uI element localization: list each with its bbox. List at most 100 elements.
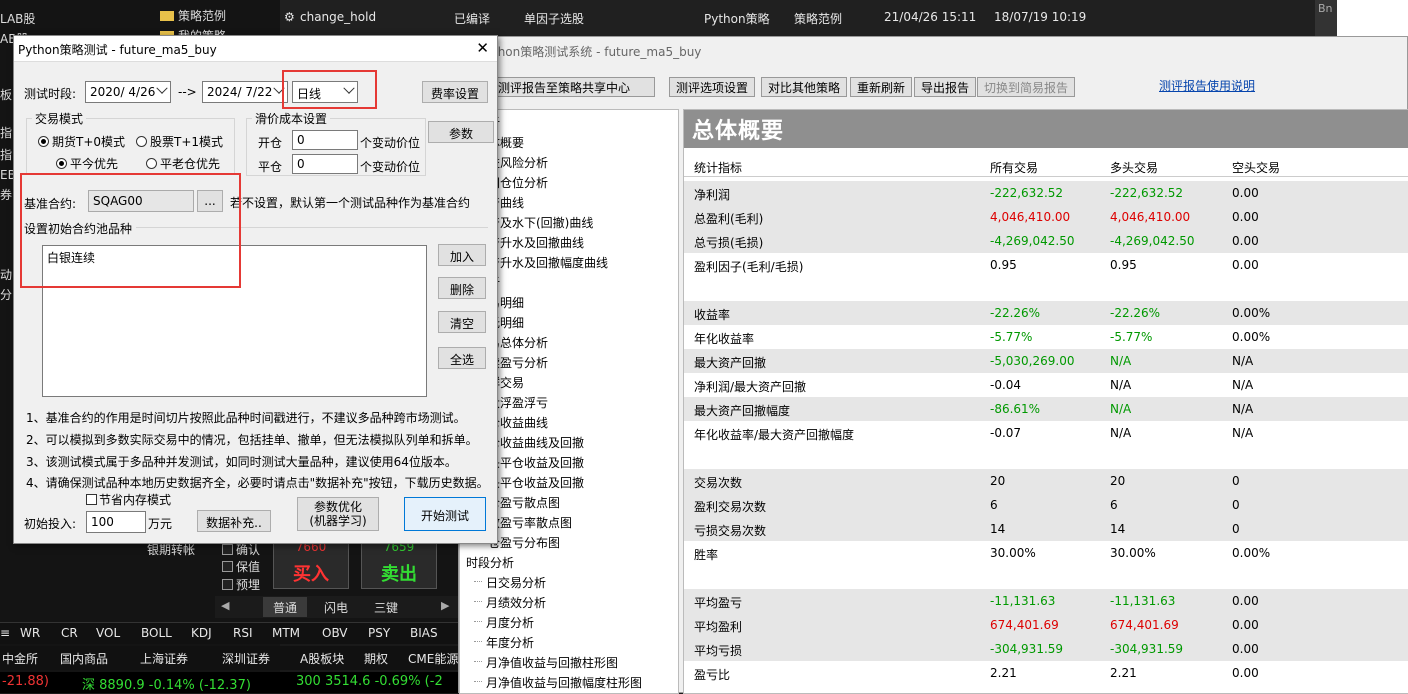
- indicator-item[interactable]: PSY: [368, 626, 390, 640]
- report-tree-item[interactable]: 仓盈亏散点图: [488, 494, 560, 511]
- close-slippage-input[interactable]: 0: [292, 154, 358, 174]
- left-nav-fragment[interactable]: 板: [0, 86, 12, 103]
- report-options-button[interactable]: 测评选项设置: [669, 77, 756, 97]
- left-nav-fragment[interactable]: 指: [0, 146, 12, 163]
- market-tab[interactable]: CME能源: [408, 650, 458, 667]
- column-header: 统计指标: [694, 161, 743, 175]
- table-row: 年化收益率/最大资产回撤幅度 -0.07 N/A N/A: [684, 421, 1408, 445]
- left-nav-fragment[interactable]: 券: [0, 186, 12, 203]
- left-nav-fragment[interactable]: LAB股: [0, 10, 35, 27]
- start-date-picker[interactable]: 2020/ 4/26: [85, 81, 171, 103]
- sell-button[interactable]: 7659 卖出: [361, 537, 437, 589]
- report-tree-item[interactable]: 仓盈亏分布图: [488, 534, 560, 551]
- metric-value: -11,131.63: [990, 594, 1056, 608]
- tree-connector-icon: [474, 661, 482, 662]
- metric-value: -22.26%: [990, 306, 1041, 320]
- report-tree-item[interactable]: 日交易分析: [474, 574, 546, 591]
- tree-item-strategy-examples[interactable]: 策略范例: [160, 7, 226, 24]
- metric-value: 0: [1232, 474, 1240, 488]
- mode-stock-radio[interactable]: 股票T+1模式: [136, 133, 223, 150]
- report-help-link[interactable]: 测评报告使用说明: [1159, 77, 1255, 94]
- buy-button[interactable]: 7660 买入: [273, 537, 349, 589]
- report-tree-item[interactable]: 时段分析: [466, 554, 514, 571]
- clear-button[interactable]: 清空: [438, 311, 486, 333]
- report-tree-item[interactable]: 月净值收益与回撤柱形图: [474, 654, 618, 671]
- metric-value: 30.00%: [990, 546, 1036, 560]
- export-report-button[interactable]: 导出报告: [914, 77, 977, 97]
- indicator-item[interactable]: KDJ: [191, 626, 212, 640]
- report-tree-item[interactable]: 月绩效分析: [474, 594, 546, 611]
- market-tab[interactable]: 期权: [364, 650, 388, 667]
- scroll-left-icon[interactable]: ◀: [221, 599, 229, 612]
- metric-value: N/A: [1110, 426, 1132, 440]
- tab-flash[interactable]: 闪电: [314, 597, 358, 617]
- note-1: 1、基准合约的作用是时间切片按照此品种时间戳进行，不建议多品种跨市场测试。: [26, 411, 466, 425]
- note-4: 4、请确保测试品种本地历史数据齐全，必要时请点击"数据补充"按钮，下载历史数据。: [26, 476, 489, 490]
- indicator-item[interactable]: BIAS: [410, 626, 438, 640]
- tab-normal[interactable]: 普通: [263, 597, 307, 617]
- data-supply-button[interactable]: 数据补充..: [197, 510, 271, 532]
- indicator-arrow[interactable]: ≡: [0, 626, 10, 640]
- strategy-list-row[interactable]: ⚙ change_hold 已编译 单因子选股 Python策略 策略范例 21…: [280, 0, 1315, 36]
- report-tree-item[interactable]: 月净值收益与回撤幅度柱形图: [474, 674, 642, 691]
- market-tab[interactable]: A股板块: [300, 650, 344, 667]
- left-nav-fragment[interactable]: 动: [0, 266, 12, 283]
- save-memory-checkbox[interactable]: 节省内存模式: [86, 491, 171, 508]
- mode-futures-radio[interactable]: 期货T+0模式: [38, 133, 125, 150]
- delete-button[interactable]: 删除: [438, 277, 486, 299]
- param-button[interactable]: 参数: [428, 121, 494, 143]
- indicator-item[interactable]: BOLL: [141, 626, 172, 640]
- report-tree-item[interactable]: 仓收益曲线及回撤: [488, 434, 584, 451]
- quote-hs300: 300 3514.6 -0.69% (-2: [296, 674, 443, 689]
- report-tree-item[interactable]: 效盈亏率散点图: [488, 514, 572, 531]
- tab-three-key[interactable]: 三键: [364, 597, 408, 617]
- market-tab[interactable]: 中金所: [2, 650, 38, 667]
- left-nav-fragment[interactable]: 指: [0, 124, 12, 141]
- highlight-frequency: [282, 70, 377, 109]
- start-test-button[interactable]: 开始测试: [404, 497, 486, 531]
- report-tree-item[interactable]: 年度分析: [474, 634, 534, 651]
- preorder-checkbox[interactable]: 预埋: [222, 576, 260, 593]
- radio-on-icon: [56, 158, 67, 169]
- metric-value: 0.00: [1232, 594, 1259, 608]
- market-tab[interactable]: 国内商品: [60, 650, 108, 667]
- radio-off-icon: [146, 158, 157, 169]
- close-old-radio[interactable]: 平老仓优先: [146, 155, 220, 172]
- end-date-picker[interactable]: 2024/ 7/22: [202, 81, 288, 103]
- indicator-item[interactable]: OBV: [322, 626, 348, 640]
- indicator-item[interactable]: VOL: [96, 626, 120, 640]
- optimize-button[interactable]: 参数优化 (机器学习): [297, 497, 379, 531]
- open-slippage-unit: 个变动价位: [360, 136, 421, 150]
- close-icon[interactable]: ✕: [476, 39, 489, 57]
- column-header: 多头交易: [1110, 161, 1159, 175]
- report-tree-item[interactable]: 头平仓收益及回撤: [488, 474, 584, 491]
- market-tab[interactable]: 深圳证券: [222, 650, 270, 667]
- scroll-right-icon[interactable]: ▶: [441, 599, 449, 612]
- select-all-button[interactable]: 全选: [438, 347, 486, 369]
- add-button[interactable]: 加入: [438, 244, 486, 266]
- report-tree-item[interactable]: 产升水及回撤曲线: [488, 234, 584, 251]
- close-today-radio[interactable]: 平今优先: [56, 155, 118, 172]
- indicator-item[interactable]: WR: [20, 626, 40, 640]
- indicator-item[interactable]: MTM: [272, 626, 300, 640]
- period-label: 测试时段:: [24, 87, 77, 101]
- left-nav-fragment[interactable]: 分: [0, 286, 12, 303]
- open-slippage-input[interactable]: 0: [292, 130, 358, 150]
- report-title: thon策略测试系统 - future_ma5_buy: [493, 45, 702, 59]
- fee-settings-button[interactable]: 费率设置: [422, 81, 488, 103]
- simple-report-button[interactable]: 切换到简易报告: [977, 77, 1076, 97]
- report-tree-item[interactable]: 月度分析: [474, 614, 534, 631]
- report-tree-item[interactable]: 产及水下(回撤)曲线: [488, 214, 593, 231]
- initial-capital-input[interactable]: 100: [86, 511, 146, 533]
- metric-value: -4,269,042.50: [990, 234, 1075, 248]
- report-tree-item[interactable]: 产升水及回撤幅度曲线: [488, 254, 608, 271]
- metric-value: -304,931.59: [1110, 642, 1184, 656]
- market-tab[interactable]: 上海证券: [140, 650, 188, 667]
- report-tree-item[interactable]: 头平仓收益及回撤: [488, 454, 584, 471]
- keep-price-checkbox[interactable]: 保值: [222, 558, 260, 575]
- indicator-item[interactable]: CR: [61, 626, 78, 640]
- share-report-button[interactable]: 测评报告至策略共享中心: [491, 77, 655, 97]
- refresh-button[interactable]: 重新刷新: [850, 77, 913, 97]
- indicator-item[interactable]: RSI: [233, 626, 253, 640]
- compare-strategy-button[interactable]: 对比其他策略: [761, 77, 848, 97]
